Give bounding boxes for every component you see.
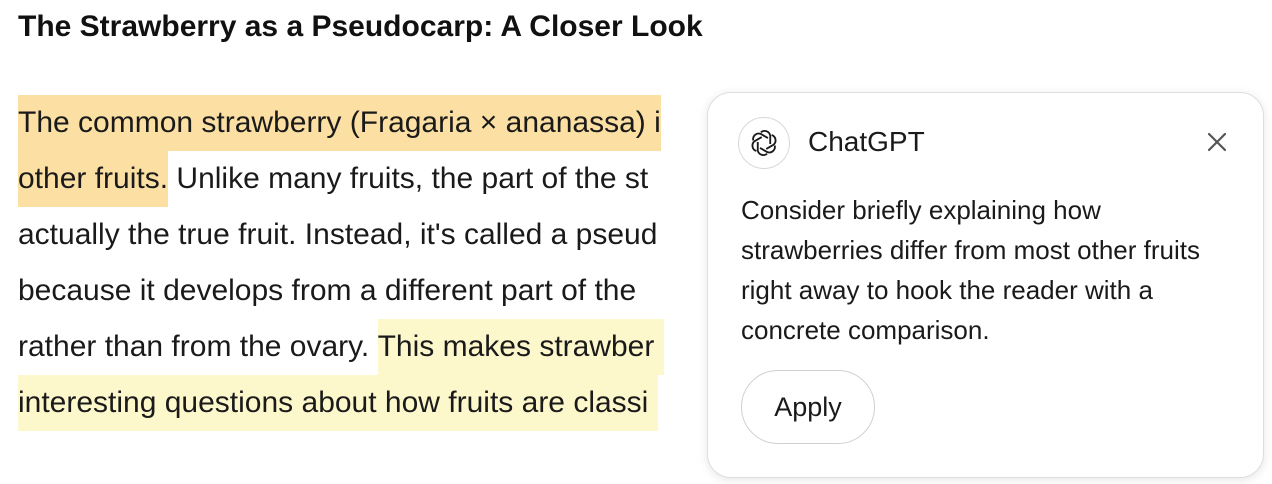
document-title: The Strawberry as a Pseudocarp: A Closer… — [18, 10, 703, 43]
openai-logo-icon — [738, 117, 790, 169]
body-text-segment: because it develops from a different par… — [18, 274, 637, 307]
suggestion-text: Consider briefly explaining how strawber… — [741, 195, 1200, 345]
body-line: interesting questions about how fruits a… — [18, 375, 659, 431]
apply-button[interactable]: Apply — [741, 370, 875, 444]
body-text-segment: rather than from the ovary. — [18, 330, 378, 363]
body-text-segment: Unlike many fruits, the part of the st — [168, 162, 649, 195]
close-button[interactable] — [1202, 127, 1232, 157]
popup-title: ChatGPT — [808, 126, 925, 157]
body-line: because it develops from a different par… — [18, 263, 636, 319]
body-line: The common strawberry (Fragaria × ananas… — [18, 95, 661, 151]
body-line: actually the true fruit. Instead, it's c… — [18, 207, 657, 263]
highlighted-text[interactable]: The common strawberry (Fragaria × ananas… — [18, 95, 661, 151]
document-page: The Strawberry as a Pseudocarp: A Closer… — [0, 0, 1272, 484]
body-line: rather than from the ovary. This makes s… — [18, 319, 665, 375]
highlighted-text[interactable]: This makes strawber — [377, 319, 665, 375]
body-line: other fruits. Unlike many fruits, the pa… — [18, 151, 648, 207]
close-icon — [1207, 132, 1227, 152]
body-text-segment: actually the true fruit. Instead, it's c… — [18, 218, 658, 251]
highlighted-text[interactable]: other fruits. — [18, 151, 169, 207]
chatgpt-suggestion-popup: ChatGPT Consider briefly explaining how … — [707, 92, 1264, 478]
highlighted-text[interactable]: interesting questions about how fruits a… — [18, 375, 659, 431]
